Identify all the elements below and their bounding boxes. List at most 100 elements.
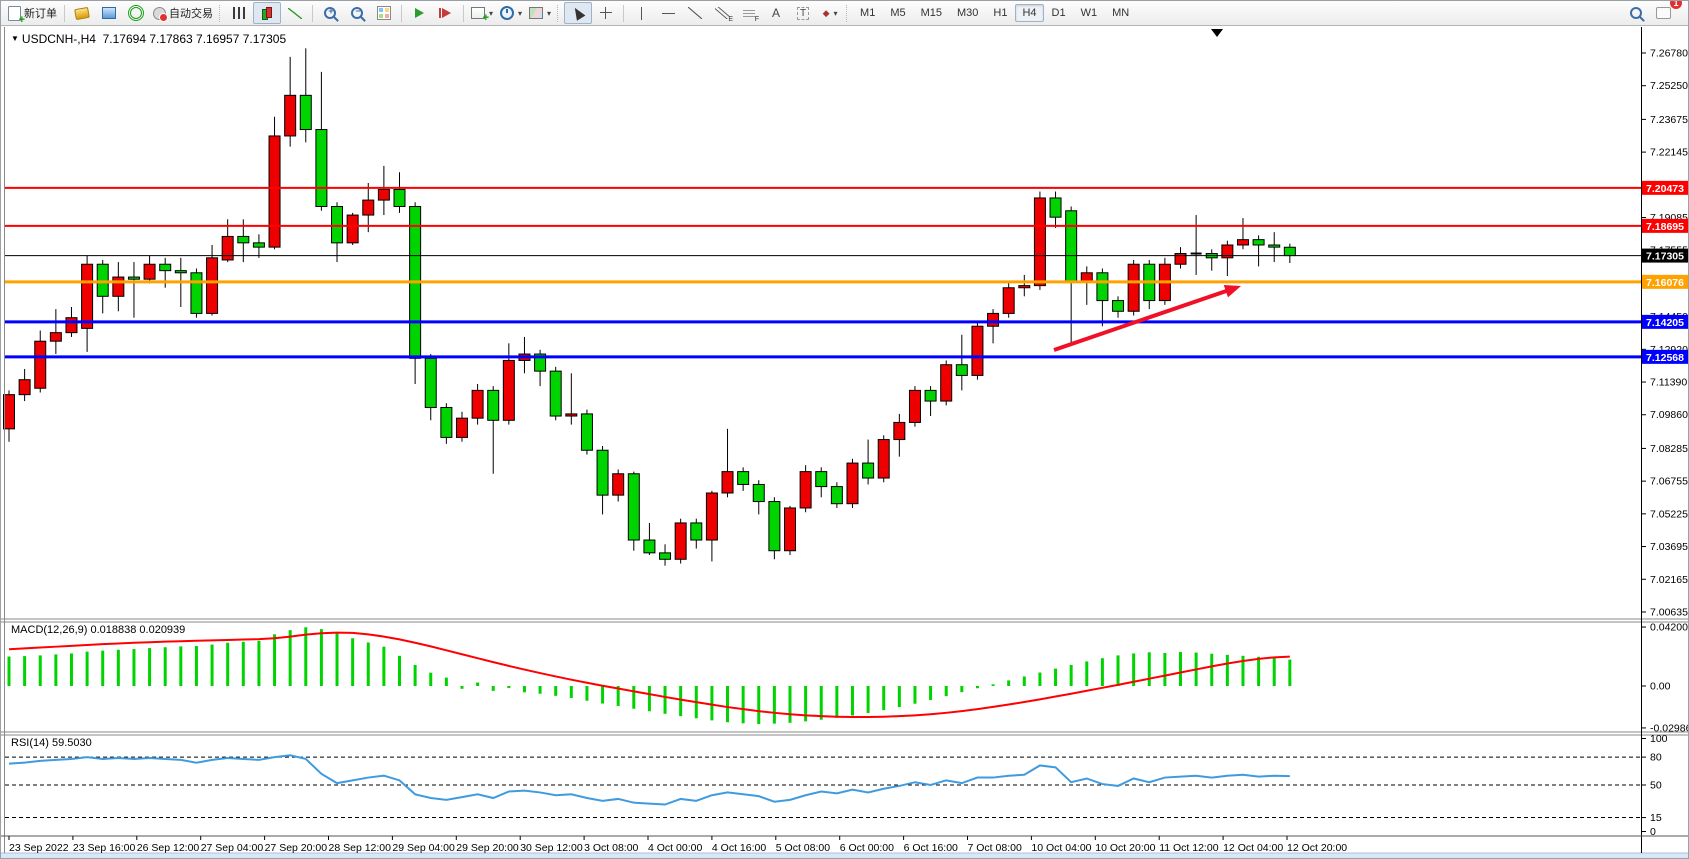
new-order-label: 新订单 — [24, 5, 57, 21]
candle-body — [503, 360, 514, 420]
candle-body — [35, 341, 46, 388]
candle-body — [19, 380, 30, 395]
price-tag-label: 7.16076 — [1646, 277, 1684, 289]
separator — [401, 5, 402, 22]
candle-body — [675, 523, 686, 559]
new-chart-icon — [471, 7, 485, 19]
price-tick-label: 7.06755 — [1650, 476, 1688, 488]
price-tick-label: 7.08285 — [1650, 443, 1688, 455]
candle-body — [816, 472, 827, 487]
rsi-tick-label: 100 — [1650, 733, 1668, 745]
candle-body — [1128, 264, 1139, 311]
tab-timeframe-d1[interactable]: D1 — [1045, 4, 1073, 22]
tile-windows-button[interactable] — [371, 3, 397, 23]
timeframe-bar: M1M5M15M30H1H4D1W1MN — [853, 4, 1136, 22]
tab-timeframe-w1[interactable]: W1 — [1074, 4, 1105, 22]
search-button[interactable] — [1623, 3, 1649, 23]
candle-body — [988, 313, 999, 326]
candle-body — [1003, 288, 1014, 314]
chart-shift-button[interactable] — [433, 3, 459, 23]
tab-timeframe-m15[interactable]: M15 — [914, 4, 949, 22]
chart-title: ▼USDCNH-,H4 7.17694 7.17863 7.16957 7.17… — [11, 32, 286, 46]
candle-body — [50, 333, 61, 342]
tab-timeframe-m5[interactable]: M5 — [883, 4, 912, 22]
mt4-window: 新订单 自动交易 ▾ ▾ ▾ E F A T ◆▾ — [0, 0, 1689, 859]
autotrading-button[interactable]: 自动交易 — [150, 3, 216, 23]
market-watch-icon — [74, 6, 90, 19]
period-button[interactable]: ▾ — [497, 3, 525, 23]
chart-area[interactable]: 7.267807.252507.236757.221457.206157.190… — [1, 1, 1689, 859]
tab-timeframe-mn[interactable]: MN — [1105, 4, 1136, 22]
candle-body — [316, 130, 327, 207]
line-chart-button[interactable] — [282, 3, 308, 23]
time-tick-label: 12 Oct 20:00 — [1287, 842, 1347, 854]
new-order-button[interactable]: 新订单 — [5, 3, 60, 23]
text-button[interactable]: A — [763, 3, 789, 23]
new-chart-button[interactable]: ▾ — [468, 3, 496, 23]
trendline-button[interactable] — [682, 3, 708, 23]
time-tick-label: 23 Sep 2022 — [9, 842, 69, 854]
vertical-line-button[interactable] — [628, 3, 654, 23]
period-icon — [500, 6, 514, 20]
candle-body — [972, 326, 983, 375]
tab-timeframe-h4[interactable]: H4 — [1015, 4, 1043, 22]
bar-chart-button[interactable] — [226, 3, 252, 23]
time-tick-label: 23 Sep 16:00 — [73, 842, 136, 854]
candle-body — [660, 553, 671, 559]
toolbar-grip — [219, 5, 223, 22]
text-label-button[interactable]: T — [790, 3, 816, 23]
rsi-tick-label: 15 — [1650, 812, 1662, 824]
tile-windows-icon — [377, 6, 391, 20]
arrows-button[interactable]: ◆▾ — [817, 3, 843, 23]
chart-window-button[interactable] — [96, 3, 122, 23]
crosshair-button[interactable] — [593, 3, 619, 23]
line-chart-icon — [288, 8, 302, 19]
candle-body — [82, 264, 93, 328]
signals-button[interactable] — [123, 3, 149, 23]
time-tick-label: 7 Oct 08:00 — [968, 842, 1022, 854]
templates-button[interactable]: ▾ — [526, 3, 554, 23]
auto-scroll-button[interactable] — [406, 3, 432, 23]
time-tick-label: 4 Oct 00:00 — [648, 842, 702, 854]
notifications-button[interactable]: 1 — [1650, 3, 1676, 23]
price-tick-label: 7.02165 — [1650, 574, 1688, 586]
horizontal-line-button[interactable] — [655, 3, 681, 23]
separator — [64, 5, 65, 22]
candle-body — [769, 502, 780, 551]
trendline-icon — [688, 7, 702, 19]
time-tick-label: 4 Oct 16:00 — [712, 842, 766, 854]
price-tag-label: 7.20473 — [1646, 183, 1684, 195]
market-watch-button[interactable] — [69, 3, 95, 23]
candle-body — [691, 523, 702, 540]
candle-body — [706, 493, 717, 540]
candle-body — [831, 487, 842, 504]
tab-timeframe-h1[interactable]: H1 — [986, 4, 1014, 22]
cursor-button[interactable] — [564, 2, 592, 24]
price-tag-label: 7.17305 — [1646, 251, 1684, 263]
toolbar: 新订单 自动交易 ▾ ▾ ▾ E F A T ◆▾ — [1, 1, 1688, 26]
candlestick-chart-icon — [261, 7, 273, 20]
candle-body — [128, 277, 139, 279]
equidistant-channel-icon: E — [715, 7, 729, 19]
candle-body — [285, 95, 296, 136]
tab-timeframe-m1[interactable]: M1 — [853, 4, 882, 22]
candle-body — [347, 215, 358, 243]
search-icon — [1630, 7, 1642, 19]
chevron-down-icon: ▼ — [11, 34, 19, 43]
tab-timeframe-m30[interactable]: M30 — [950, 4, 985, 22]
zoom-out-button[interactable] — [344, 3, 370, 23]
candlestick-chart-button[interactable] — [253, 2, 281, 24]
fibonacci-button[interactable]: F — [736, 3, 762, 23]
zoom-out-icon — [351, 7, 363, 19]
separator — [463, 5, 464, 22]
candle-body — [378, 189, 389, 200]
time-tick-label: 27 Sep 04:00 — [201, 842, 264, 854]
candle-body — [300, 95, 311, 129]
toolbar-grip — [557, 5, 561, 22]
price-tick-label: 7.05225 — [1650, 508, 1688, 520]
time-tick-label: 30 Sep 12:00 — [520, 842, 583, 854]
zoom-in-button[interactable] — [317, 3, 343, 23]
time-tick-label: 12 Oct 04:00 — [1223, 842, 1283, 854]
price-tag-label: 7.12568 — [1646, 352, 1684, 364]
equidistant-channel-button[interactable]: E — [709, 3, 735, 23]
